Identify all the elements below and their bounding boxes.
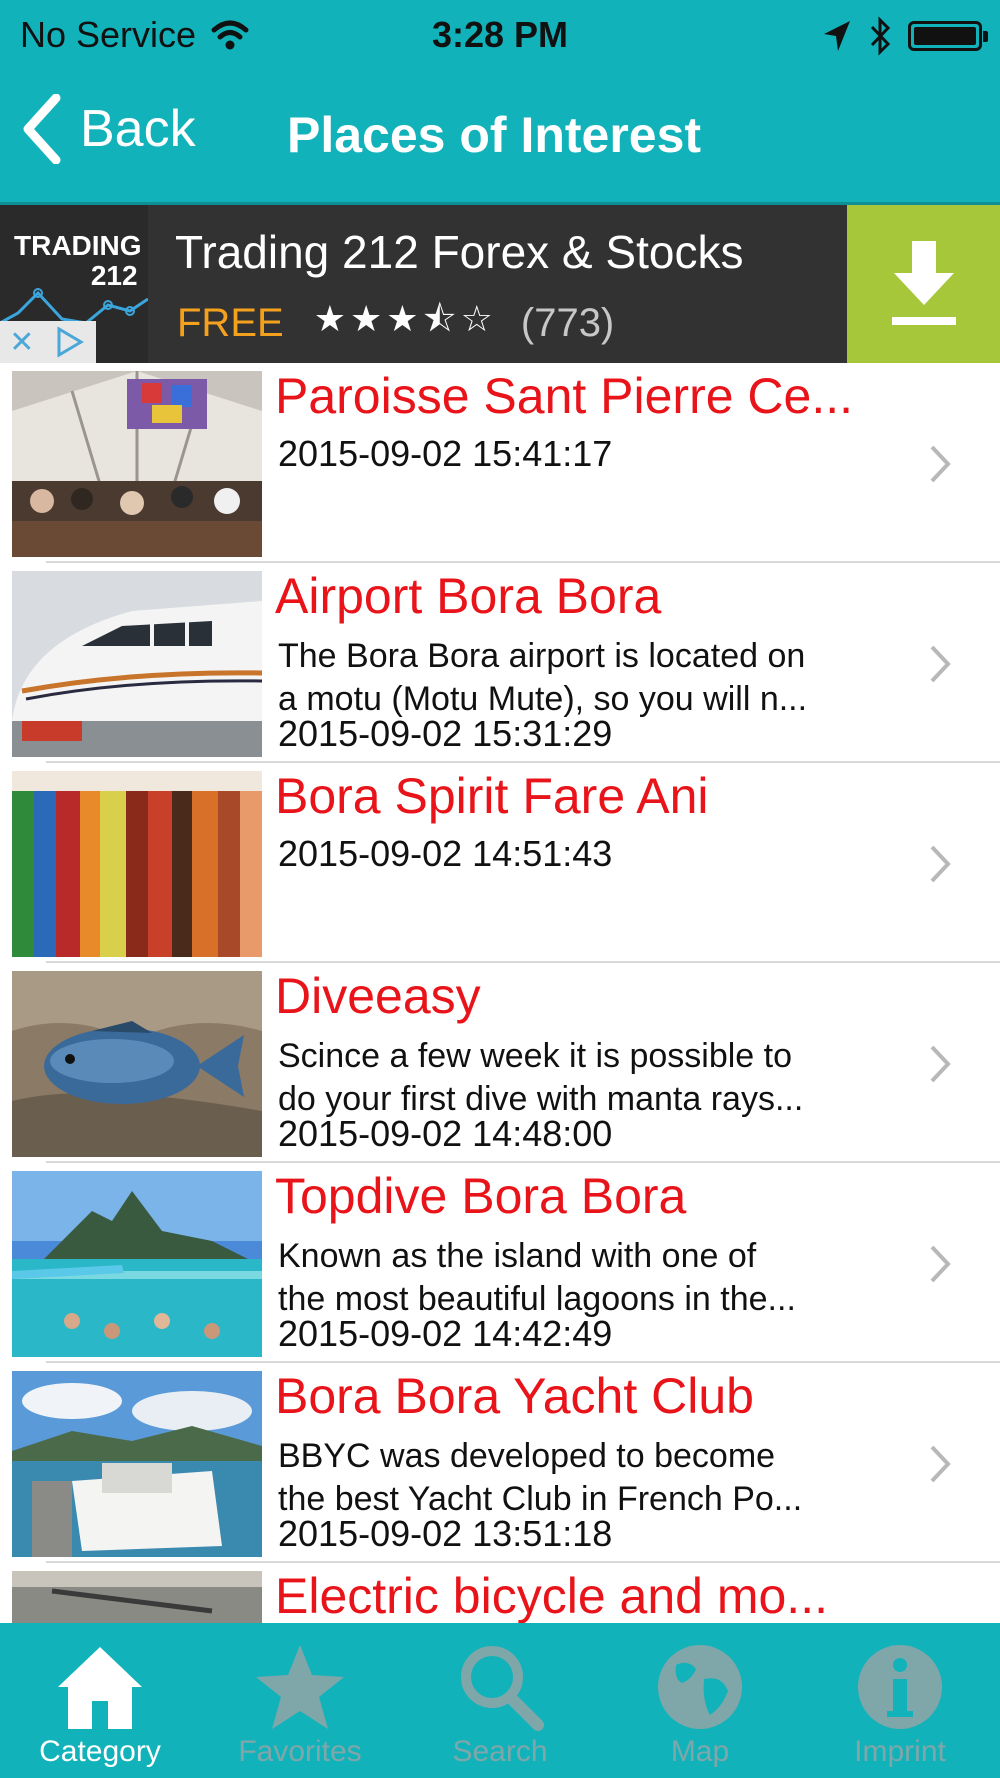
ad-price: FREE xyxy=(177,301,284,345)
thumbnail-image xyxy=(12,771,262,957)
status-bar: No Service 3:28 PM xyxy=(0,0,1000,70)
item-description: Scince a few week it is possible to do y… xyxy=(278,1035,898,1121)
item-description: The Bora Bora airport is located on a mo… xyxy=(278,635,898,721)
globe-icon xyxy=(658,1645,742,1729)
thumbnail-image xyxy=(12,1571,262,1623)
item-date: 2015-09-02 13:51:18 xyxy=(278,1513,613,1554)
ad-logo-line1: TRADING xyxy=(14,230,142,261)
item-date: 2015-09-02 15:41:17 xyxy=(278,433,613,474)
item-date: 2015-09-02 14:51:43 xyxy=(278,833,613,874)
ad-rating-count: (773) xyxy=(520,301,615,345)
list-item[interactable]: Bora Spirit Fare Ani 2015-09-02 14:51:43 xyxy=(0,763,1000,963)
item-date: 2015-09-02 14:48:00 xyxy=(278,1113,613,1154)
item-title: Electric bicycle and mo... xyxy=(275,1568,828,1623)
tab-map[interactable]: Map xyxy=(600,1623,800,1778)
close-icon: ✕ xyxy=(9,325,35,359)
list-item[interactable]: Paroisse Sant Pierre Ce... 2015-09-02 15… xyxy=(0,363,1000,563)
download-icon xyxy=(891,241,956,325)
thumbnail-image xyxy=(12,1171,262,1357)
tab-label: Imprint xyxy=(854,1735,946,1768)
ad-rating-stars: ★★★⯪☆ xyxy=(313,299,497,340)
item-description-line1: Scince a few week it is possible to xyxy=(278,1037,793,1075)
page-title: Places of Interest xyxy=(287,107,702,163)
tab-label: Search xyxy=(452,1735,548,1768)
star-icon xyxy=(256,1645,344,1729)
thumbnail-image xyxy=(12,1371,262,1557)
chevron-right-icon xyxy=(930,1045,951,1083)
adchoices-icon xyxy=(57,326,84,358)
item-description: BBYC was developed to become the best Ya… xyxy=(278,1435,898,1521)
chevron-right-icon xyxy=(930,645,951,683)
list-item[interactable]: Bora Bora Yacht Club BBYC was developed … xyxy=(0,1363,1000,1563)
tab-label: Favorites xyxy=(238,1735,362,1768)
list-item[interactable]: Diveeasy Scince a few week it is possibl… xyxy=(0,963,1000,1163)
item-description-line1: BBYC was developed to become xyxy=(278,1437,776,1475)
item-title: Bora Bora Yacht Club xyxy=(275,1368,754,1424)
list-item[interactable]: Airport Bora Bora The Bora Bora airport … xyxy=(0,563,1000,763)
tab-label: Category xyxy=(39,1735,161,1768)
status-right-group xyxy=(822,16,988,56)
tab-label: Map xyxy=(670,1735,730,1768)
ad-banner[interactable]: TRADING 212 ✕ Trading 212 Forex & Stocks… xyxy=(0,205,1000,363)
item-description-line1: The Bora Bora airport is located on xyxy=(278,637,806,675)
item-date: 2015-09-02 14:42:49 xyxy=(278,1313,613,1354)
tab-imprint[interactable]: Imprint xyxy=(800,1623,1000,1778)
tab-search[interactable]: Search xyxy=(400,1623,600,1778)
list-item[interactable]: Topdive Bora Bora Known as the island wi… xyxy=(0,1163,1000,1363)
item-title: Airport Bora Bora xyxy=(275,568,662,624)
ad-title: Trading 212 Forex & Stocks xyxy=(175,226,744,278)
item-date: 2015-09-02 15:31:29 xyxy=(278,713,613,754)
bluetooth-icon xyxy=(870,16,891,56)
ad-choices-close-button[interactable]: ✕ xyxy=(0,321,96,363)
chevron-right-icon xyxy=(930,1245,951,1283)
item-title: Paroisse Sant Pierre Ce... xyxy=(275,368,854,424)
chevron-left-icon xyxy=(23,94,61,164)
item-title: Topdive Bora Bora xyxy=(275,1168,687,1224)
item-title: Diveeasy xyxy=(275,968,481,1024)
item-title: Bora Spirit Fare Ani xyxy=(275,768,709,824)
item-description-line1: Known as the island with one of xyxy=(278,1237,757,1275)
tab-category[interactable]: Category xyxy=(0,1623,200,1778)
ad-meta: FREE ★★★⯪☆ (773) xyxy=(177,293,614,354)
navigation-bar: Back Places of Interest xyxy=(0,70,1000,205)
search-icon xyxy=(461,1646,544,1731)
location-arrow-icon xyxy=(824,21,850,51)
tab-bar: Category Favorites Search Map Imprint xyxy=(0,1623,1000,1778)
chevron-right-icon xyxy=(930,445,951,483)
back-label: Back xyxy=(80,100,196,158)
thumbnail-image xyxy=(12,971,262,1157)
tab-favorites[interactable]: Favorites xyxy=(200,1623,400,1778)
home-icon xyxy=(58,1647,142,1729)
ad-download-button[interactable] xyxy=(847,205,1000,363)
list-item[interactable]: Electric bicycle and mo... xyxy=(0,1563,1000,1623)
thumbnail-image xyxy=(12,371,262,557)
item-description: Known as the island with one of the most… xyxy=(278,1235,898,1321)
thumbnail-image xyxy=(12,571,262,757)
battery-icon xyxy=(908,21,988,51)
chevron-right-icon xyxy=(930,845,951,883)
chevron-right-icon xyxy=(930,1445,951,1483)
info-icon xyxy=(858,1645,942,1729)
back-button[interactable]: Back xyxy=(22,94,196,164)
places-list: Paroisse Sant Pierre Ce... 2015-09-02 15… xyxy=(0,363,1000,1623)
